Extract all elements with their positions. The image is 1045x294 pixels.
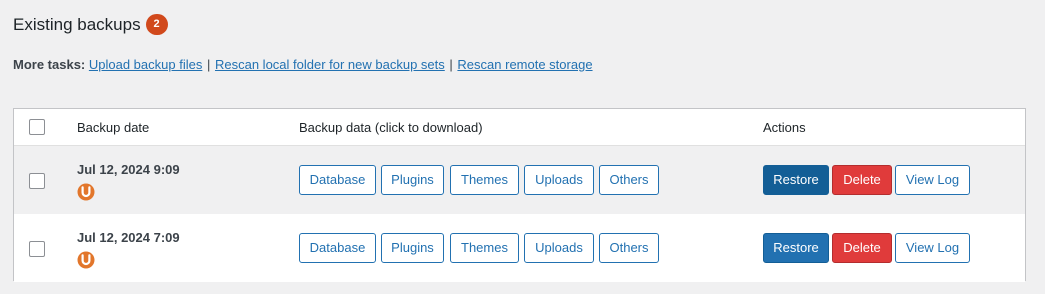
- more-tasks-label: More tasks:: [13, 57, 86, 72]
- updraft-u-icon: [77, 251, 95, 269]
- upload-backup-files-link[interactable]: Upload backup files: [89, 57, 202, 72]
- download-others-button[interactable]: Others: [599, 165, 659, 195]
- download-plugins-button[interactable]: Plugins: [381, 165, 444, 195]
- table-row: Jul 12, 2024 7:09 Database Plugins Theme…: [14, 214, 1025, 282]
- separator: |: [449, 57, 453, 72]
- delete-button[interactable]: Delete: [832, 233, 892, 263]
- rescan-remote-storage-link[interactable]: Rescan remote storage: [457, 57, 592, 72]
- header-backup-date: Backup date: [77, 120, 150, 135]
- backup-count-badge: 2: [145, 14, 168, 35]
- row-select-checkbox[interactable]: [29, 173, 45, 189]
- section-heading: Existing backups 2: [13, 14, 168, 35]
- page-title: Existing backups: [13, 14, 141, 34]
- backups-table: Backup date Backup data (click to downlo…: [13, 108, 1026, 282]
- backup-date: Jul 12, 2024 9:09: [77, 162, 180, 177]
- view-log-button[interactable]: View Log: [895, 233, 970, 263]
- restore-button[interactable]: Restore: [763, 233, 829, 263]
- row-select-checkbox[interactable]: [29, 241, 45, 257]
- backup-date: Jul 12, 2024 7:09: [77, 230, 180, 245]
- updraft-u-icon: [77, 183, 95, 201]
- select-all-checkbox[interactable]: [29, 119, 45, 135]
- rescan-local-folder-link[interactable]: Rescan local folder for new backup sets: [215, 57, 445, 72]
- download-database-button[interactable]: Database: [299, 165, 376, 195]
- download-uploads-button[interactable]: Uploads: [524, 165, 594, 195]
- download-database-button[interactable]: Database: [299, 233, 376, 263]
- delete-button[interactable]: Delete: [832, 165, 892, 195]
- header-backup-data: Backup data (click to download): [299, 120, 483, 135]
- more-tasks-bar: More tasks: Upload backup files | Rescan…: [13, 57, 593, 72]
- restore-button[interactable]: Restore: [763, 165, 829, 195]
- download-plugins-button[interactable]: Plugins: [381, 233, 444, 263]
- table-row: Jul 12, 2024 9:09 Database Plugins Theme…: [14, 146, 1025, 214]
- download-themes-button[interactable]: Themes: [450, 165, 519, 195]
- separator: |: [206, 57, 211, 72]
- table-header: Backup date Backup data (click to downlo…: [14, 109, 1025, 146]
- header-actions: Actions: [763, 120, 806, 135]
- download-uploads-button[interactable]: Uploads: [524, 233, 594, 263]
- view-log-button[interactable]: View Log: [895, 165, 970, 195]
- download-others-button[interactable]: Others: [599, 233, 659, 263]
- download-themes-button[interactable]: Themes: [450, 233, 519, 263]
